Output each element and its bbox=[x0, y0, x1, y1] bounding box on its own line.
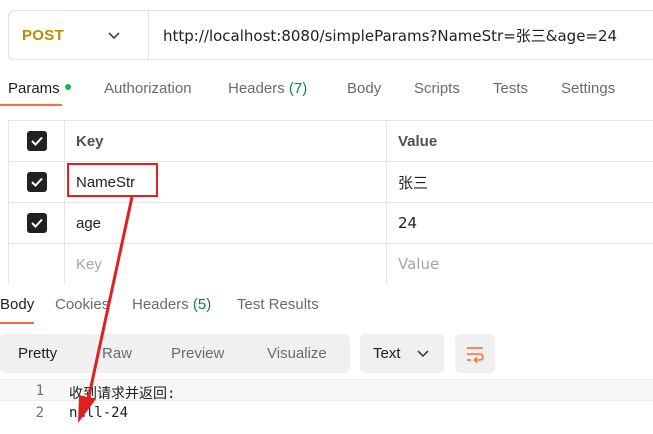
line-number: 2 bbox=[35, 405, 44, 421]
response-view-switcher: Pretty Raw Preview Visualize bbox=[0, 334, 350, 373]
new-param-row: Key Value bbox=[8, 244, 653, 284]
response-tab-cookies[interactable]: Cookies bbox=[55, 296, 109, 313]
line-number: 1 bbox=[35, 383, 44, 399]
view-visualize-button[interactable]: Visualize bbox=[267, 345, 327, 362]
tab-params-label: Params bbox=[8, 80, 60, 97]
new-param-check-cell bbox=[8, 244, 65, 284]
url-input[interactable]: http://localhost:8080/simpleParams?NameS… bbox=[149, 25, 617, 46]
params-header-row: Key Value bbox=[8, 121, 653, 162]
tab-headers-label: Headers bbox=[228, 80, 285, 97]
param-checkbox[interactable] bbox=[26, 172, 47, 192]
response-active-tab-underline bbox=[0, 322, 34, 324]
tab-body-label: Body bbox=[347, 80, 382, 97]
param-row: age 24 bbox=[8, 203, 653, 244]
wrap-lines-button[interactable] bbox=[455, 334, 495, 373]
view-pretty-button[interactable]: Pretty bbox=[18, 345, 57, 362]
method-dropdown[interactable]: POST bbox=[9, 11, 149, 59]
tab-tests[interactable]: Tests bbox=[493, 80, 528, 97]
response-tab-headers-count: (5) bbox=[192, 296, 212, 313]
tab-tests-label: Tests bbox=[493, 80, 529, 97]
tab-settings-label: Settings bbox=[561, 80, 616, 97]
response-tabs: Body Cookies Headers (5) Test Results bbox=[0, 292, 653, 324]
chevron-down-icon bbox=[108, 32, 120, 40]
tab-settings[interactable]: Settings bbox=[561, 80, 615, 97]
response-body-editor[interactable]: 1 收到请求并返回: 2 null-24 bbox=[0, 378, 653, 434]
param-row: NameStr 张三 bbox=[8, 162, 653, 203]
response-tab-cookies-label: Cookies bbox=[55, 296, 110, 313]
new-key-input[interactable]: Key bbox=[65, 244, 387, 284]
select-all-cell bbox=[8, 121, 65, 161]
select-all-checkbox[interactable] bbox=[26, 131, 47, 151]
chevron-down-icon bbox=[417, 350, 429, 358]
response-tab-headers-label: Headers bbox=[132, 296, 189, 313]
param-check-cell bbox=[8, 162, 65, 202]
check-icon bbox=[30, 177, 43, 187]
key-column-header: Key bbox=[65, 121, 387, 161]
tab-authorization-label: Authorization bbox=[104, 80, 192, 97]
param-checkbox[interactable] bbox=[26, 213, 47, 233]
response-tab-test-results[interactable]: Test Results bbox=[237, 296, 319, 313]
param-key-input[interactable]: NameStr bbox=[65, 162, 387, 202]
method-label: POST bbox=[22, 26, 65, 44]
code-line: 2 null-24 bbox=[0, 402, 653, 424]
response-tab-body[interactable]: Body bbox=[0, 296, 34, 313]
param-value-input[interactable]: 张三 bbox=[387, 162, 653, 202]
active-tab-underline bbox=[0, 104, 62, 106]
tab-scripts[interactable]: Scripts bbox=[414, 80, 460, 97]
tab-headers[interactable]: Headers (7) bbox=[228, 80, 307, 97]
value-column-header: Value bbox=[398, 132, 438, 150]
tab-params[interactable]: Params bbox=[8, 80, 71, 97]
response-format-dropdown[interactable]: Text bbox=[360, 334, 444, 373]
request-tabs: Params Authorization Headers (7) Body Sc… bbox=[0, 76, 653, 106]
param-check-cell bbox=[8, 203, 65, 243]
new-value-input[interactable]: Value bbox=[387, 244, 653, 284]
check-icon bbox=[30, 218, 43, 228]
wrap-lines-icon bbox=[467, 346, 484, 363]
param-key-input[interactable]: age bbox=[65, 203, 387, 243]
tab-body[interactable]: Body bbox=[347, 80, 381, 97]
postman-window: POST http://localhost:8080/simpleParams?… bbox=[0, 0, 653, 434]
response-tab-test-results-label: Test Results bbox=[237, 296, 319, 313]
request-bar: POST http://localhost:8080/simpleParams?… bbox=[8, 10, 653, 60]
params-active-dot bbox=[64, 84, 71, 91]
view-preview-button[interactable]: Preview bbox=[171, 345, 224, 362]
check-icon bbox=[30, 136, 43, 146]
line-text: null-24 bbox=[69, 405, 129, 421]
tab-headers-count: (7) bbox=[288, 80, 308, 97]
response-format-label: Text bbox=[373, 345, 401, 362]
code-line: 1 收到请求并返回: bbox=[0, 379, 653, 402]
param-value-input[interactable]: 24 bbox=[387, 203, 653, 243]
line-text: 收到请求并返回: bbox=[69, 386, 176, 402]
response-tab-headers[interactable]: Headers (5) bbox=[132, 296, 211, 313]
view-raw-button[interactable]: Raw bbox=[102, 345, 132, 362]
tab-authorization[interactable]: Authorization bbox=[104, 80, 192, 97]
tab-scripts-label: Scripts bbox=[414, 80, 460, 97]
response-tab-body-label: Body bbox=[0, 296, 35, 313]
params-table: Key Value NameStr 张三 age 24 Key Value bbox=[8, 120, 653, 284]
